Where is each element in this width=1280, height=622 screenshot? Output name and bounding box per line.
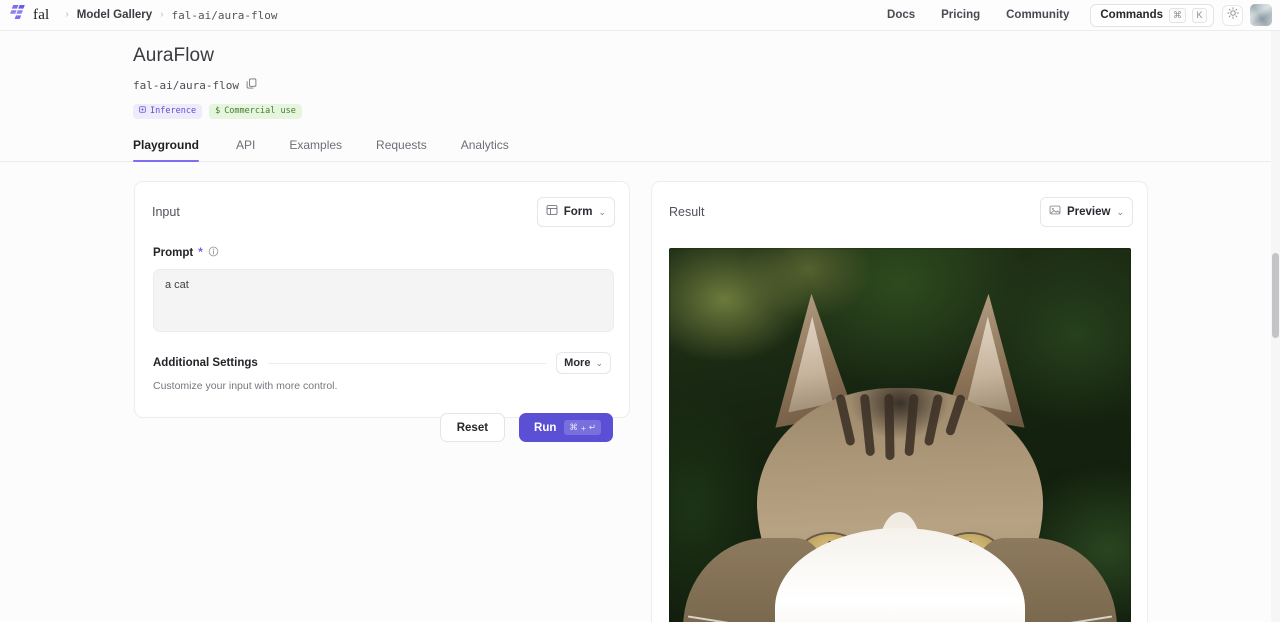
run-key-enter: ↵ [588, 422, 596, 433]
result-view-mode-label: Preview [1066, 206, 1111, 219]
more-settings-label: More [564, 357, 591, 370]
nav-link-pricing[interactable]: Pricing [928, 4, 993, 26]
info-icon[interactable] [208, 244, 219, 262]
prompt-label: Prompt [153, 247, 194, 260]
brand-wordmark: fal [33, 6, 50, 23]
brand-logo[interactable]: fal [6, 5, 53, 25]
image-icon [1049, 203, 1061, 221]
prompt-label-row: Prompt * [153, 244, 611, 262]
result-view-mode-button[interactable]: Preview ⌄ [1039, 197, 1133, 228]
chevron-down-icon: ⌄ [1116, 206, 1124, 217]
dollar-icon: $ [215, 106, 221, 116]
input-panel: Input Form ⌄ Prompt * a cat Additional S… [134, 181, 630, 443]
tab-analytics[interactable]: Analytics [444, 133, 526, 161]
tab-api[interactable]: API [219, 133, 272, 161]
chevron-down-icon: ⌄ [595, 357, 603, 368]
input-panel-body: Prompt * a cat Additional Settings More … [135, 227, 629, 392]
input-actions: Reset Run ⌘ + ↵ [135, 392, 629, 443]
cat-subject [669, 276, 1131, 622]
input-view-mode-label: Form [563, 206, 593, 219]
run-key-plus: + [580, 422, 586, 433]
page-scrollbar[interactable] [1271, 31, 1280, 622]
workspace: Input Form ⌄ Prompt * a cat Additional S… [0, 162, 1280, 622]
run-button-label: Run [534, 421, 557, 434]
cat-forehead-stripes [825, 394, 975, 472]
tab-examples[interactable]: Examples [272, 133, 359, 161]
model-id-row: fal-ai/aura-flow [133, 76, 1280, 94]
breadcrumb-separator-2: › [160, 9, 164, 20]
tab-bar: Playground API Examples Requests Analyti… [0, 133, 1280, 163]
result-panel-title: Result [669, 205, 705, 220]
model-badges: Inference $ Commercial use [133, 104, 1280, 120]
commands-button[interactable]: Commands ⌘ K [1090, 3, 1214, 27]
tab-playground[interactable]: Playground [133, 133, 219, 163]
breadcrumb-separator-1: › [65, 9, 69, 20]
status-badge-inference: Inference [133, 104, 203, 120]
avatar[interactable] [1250, 4, 1272, 26]
page-root: fal › Model Gallery › fal-ai/aura-flow D… [0, 0, 1280, 622]
result-media-area [652, 227, 1147, 622]
nav-right-group: Docs Pricing Community Commands ⌘ K [874, 3, 1272, 27]
tab-requests[interactable]: Requests [359, 133, 444, 161]
prompt-input[interactable]: a cat [153, 269, 614, 333]
theme-toggle-button[interactable] [1222, 4, 1243, 26]
scrollbar-thumb[interactable] [1272, 253, 1279, 338]
layout-icon [546, 203, 558, 221]
required-marker: * [198, 247, 203, 260]
reset-button[interactable]: Reset [439, 413, 506, 443]
input-panel-title: Input [152, 205, 180, 220]
more-settings-button[interactable]: More ⌄ [556, 352, 611, 375]
input-panel-header: Input Form ⌄ [135, 182, 629, 228]
breadcrumb-model-id[interactable]: fal-ai/aura-flow [172, 9, 278, 22]
badge-inference-label: Inference [150, 106, 197, 116]
breadcrumb-model-gallery[interactable]: Model Gallery [77, 9, 152, 21]
nav-link-community[interactable]: Community [993, 4, 1082, 26]
page-title: AuraFlow [133, 45, 215, 66]
sun-icon [1226, 6, 1239, 24]
badge-commercial-label: Commercial use [224, 106, 296, 116]
run-key-meta: ⌘ [569, 422, 578, 433]
model-header: AuraFlow fal-ai/aura-flow Inference $ Co… [0, 31, 1280, 120]
run-button[interactable]: Run ⌘ + ↵ [519, 413, 613, 443]
additional-settings-subtitle: Customize your input with more control. [153, 380, 338, 393]
chevron-down-icon: ⌄ [598, 206, 606, 217]
result-panel: Result Preview ⌄ [651, 181, 1148, 622]
additional-settings-title: Additional Settings [153, 357, 258, 370]
commands-label: Commands [1100, 9, 1163, 21]
divider [267, 362, 547, 364]
additional-settings-row: Additional Settings More ⌄ [153, 352, 611, 375]
status-badge-commercial: $ Commercial use [209, 104, 302, 120]
commands-key-meta: ⌘ [1169, 7, 1186, 23]
model-id-text: fal-ai/aura-flow [133, 78, 239, 92]
commands-key-k: K [1192, 7, 1207, 23]
input-view-mode-button[interactable]: Form ⌄ [536, 197, 615, 228]
fal-logo-icon [10, 5, 27, 25]
nav-link-docs[interactable]: Docs [874, 4, 928, 26]
result-panel-header: Result Preview ⌄ [652, 182, 1147, 228]
top-navigation-bar: fal › Model Gallery › fal-ai/aura-flow D… [0, 0, 1280, 31]
generated-image[interactable] [669, 248, 1131, 622]
run-shortcut-badge: ⌘ + ↵ [564, 420, 601, 436]
breadcrumb: › Model Gallery › fal-ai/aura-flow [65, 9, 277, 22]
cube-icon [139, 106, 146, 117]
copy-icon[interactable] [246, 76, 257, 94]
